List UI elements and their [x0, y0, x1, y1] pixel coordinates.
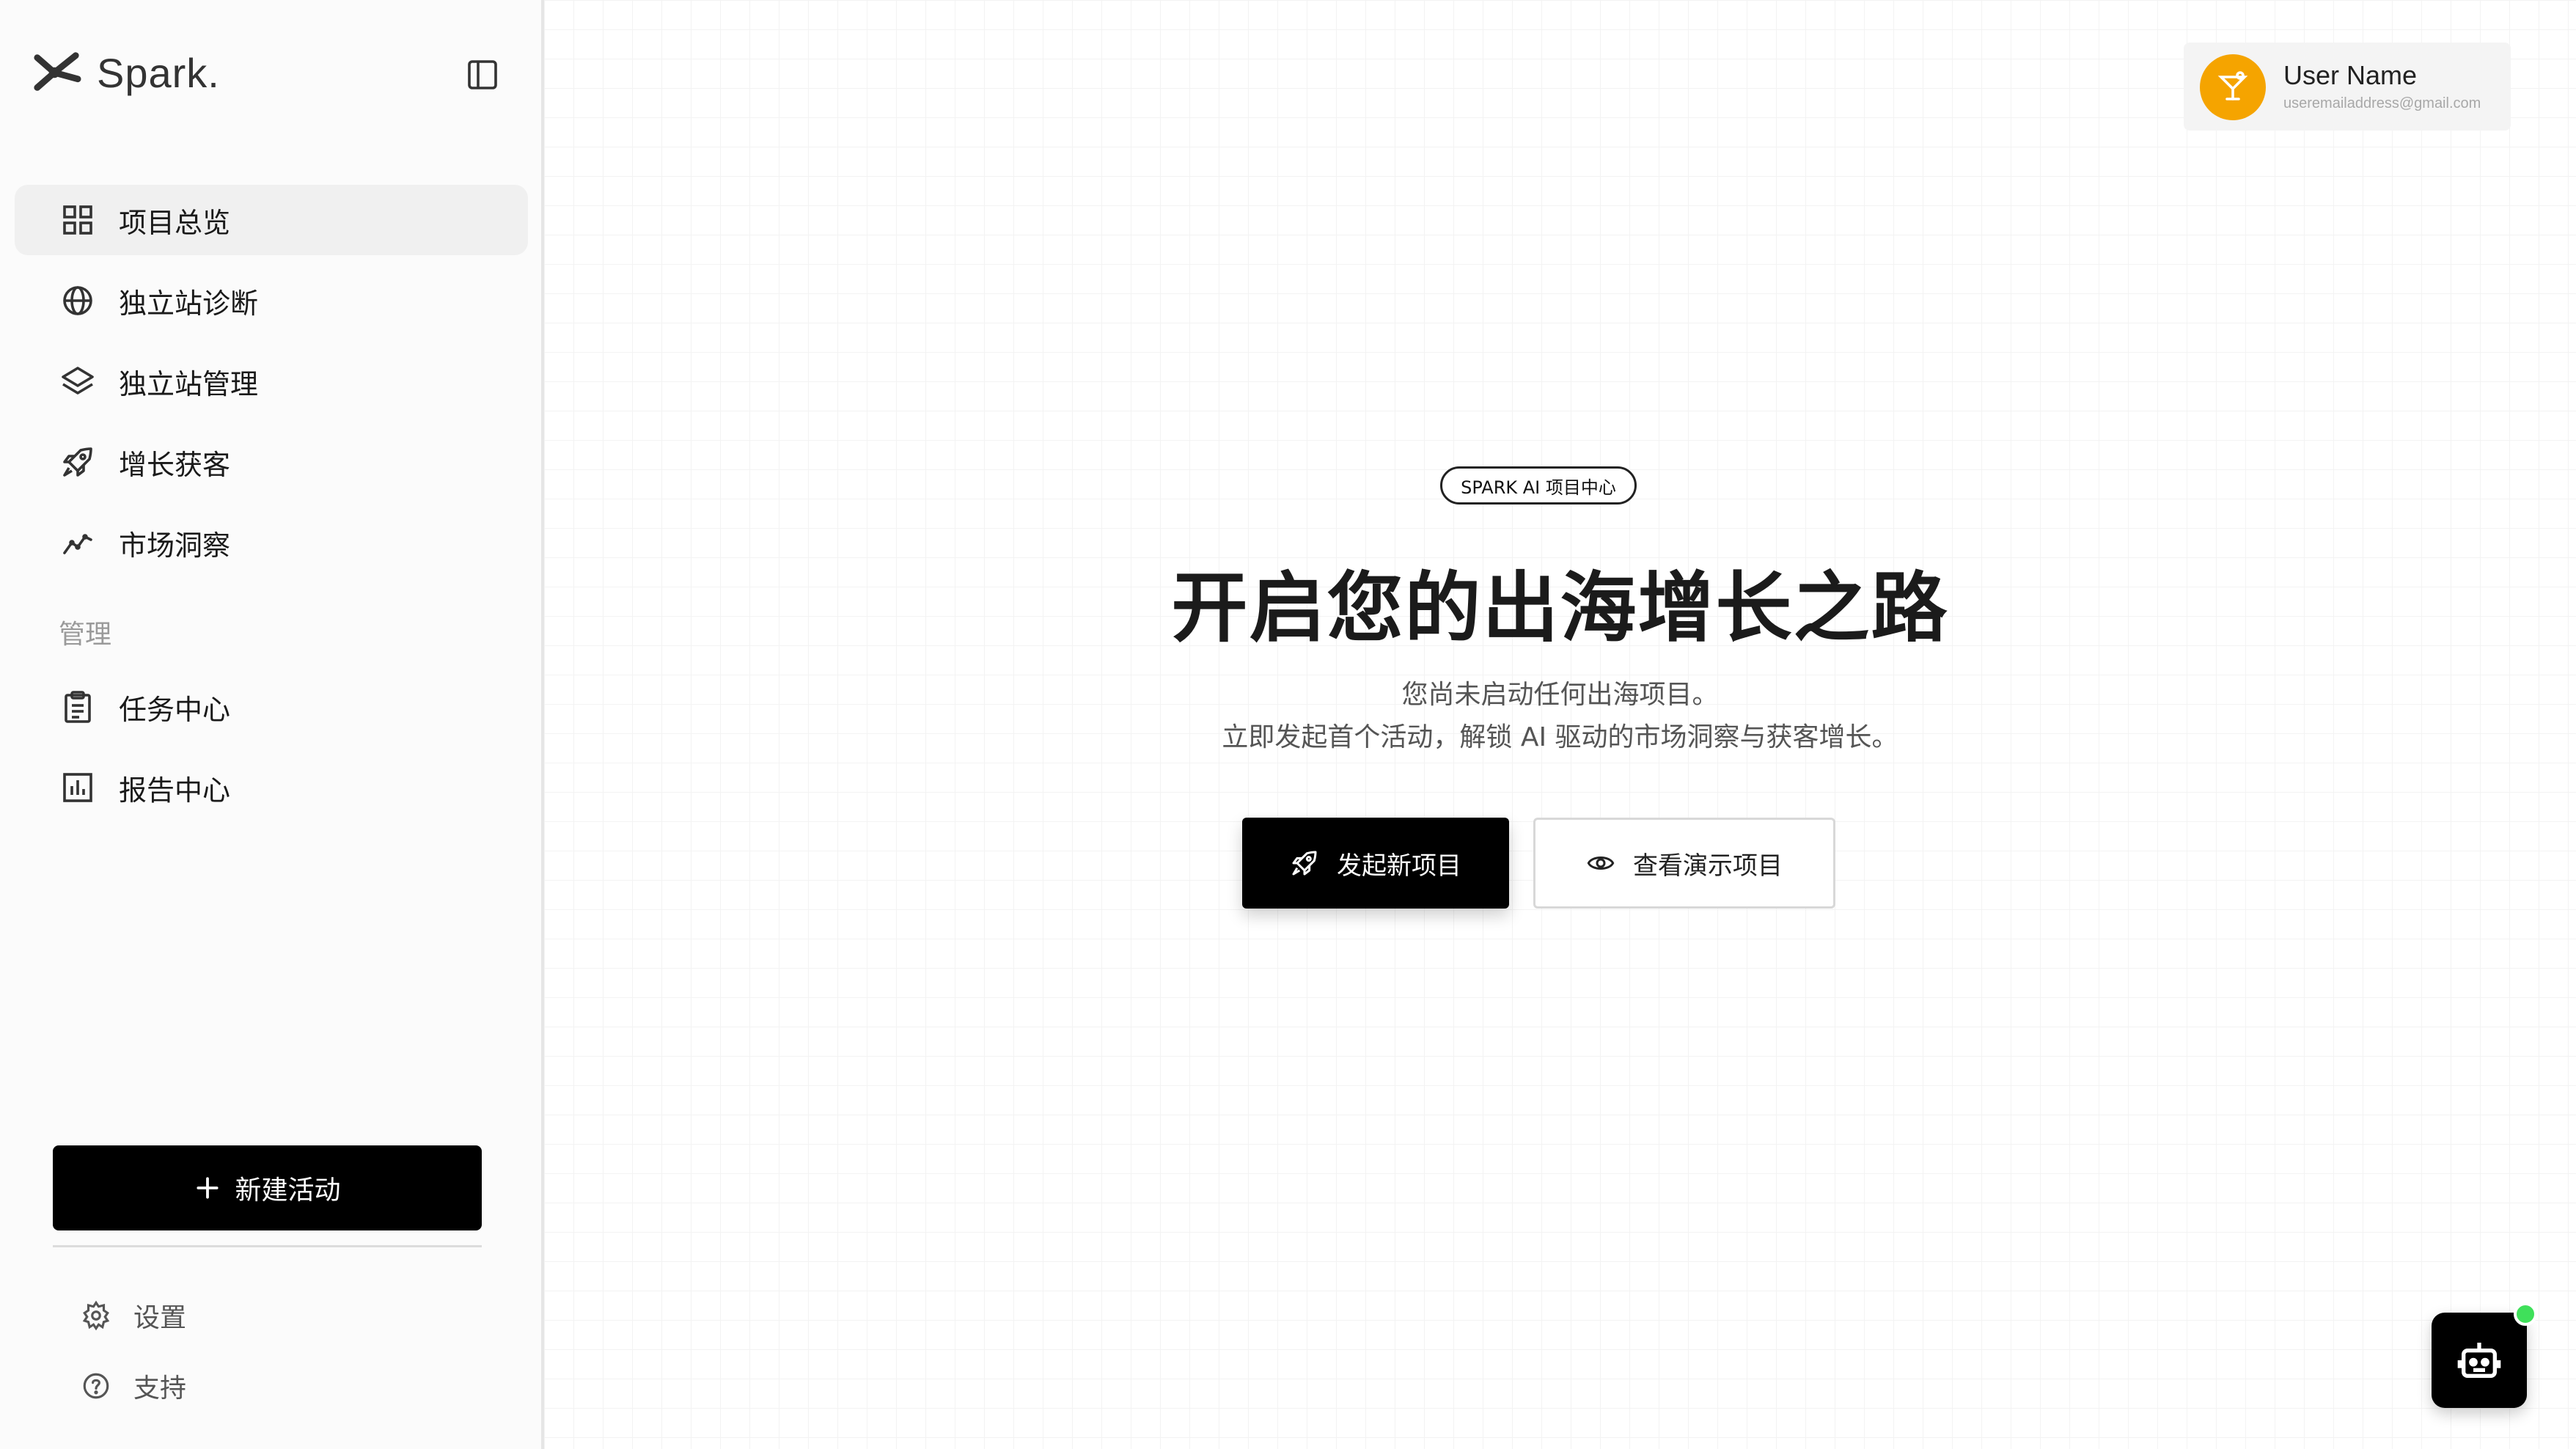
support-label: 支持 — [133, 1373, 187, 1404]
clipboard-icon — [65, 691, 91, 723]
divider — [53, 1245, 482, 1247]
sidebar-item-project-overview[interactable]: 项目总览 — [15, 185, 528, 255]
new-campaign-label: 新建活动 — [235, 1175, 341, 1206]
user-name: User Name — [2283, 60, 2418, 90]
sidebar-item-site-management[interactable]: 独立站管理 — [15, 346, 528, 417]
sidebar: Spark. 项目总览 独立站诊断 独立站管理 增长获客 市场洞察 管理 任务中… — [0, 0, 544, 1449]
hero-badge: SPARK AI 项目中心 — [1440, 466, 1637, 505]
hero-subtitle-line1: 您尚未启动任何出海项目。 — [1401, 680, 1719, 710]
help-icon — [83, 1373, 109, 1399]
view-demo-project-button[interactable]: 查看演示项目 — [1533, 818, 1835, 909]
hero-subtitle-line2: 立即发起首个活动，解锁 AI 驱动的市场洞察与获客增长。 — [1222, 722, 1898, 752]
rocket-icon — [63, 447, 92, 477]
main-content: User Name useremailaddress@gmail.com SPA… — [544, 0, 2576, 1449]
hero-title: 开启您的出海增长之路 — [1171, 563, 1949, 653]
section-label-manage: 管理 — [59, 620, 112, 650]
spark-logo-icon — [34, 52, 81, 91]
grid-icon — [63, 205, 92, 235]
view-demo-project-label: 查看演示项目 — [1633, 851, 1783, 881]
trend-icon — [63, 534, 92, 554]
sidebar-item-report-center[interactable]: 报告中心 — [15, 752, 528, 823]
globe-icon — [63, 286, 92, 315]
sidebar-item-label: 报告中心 — [119, 774, 231, 807]
ai-assistant-button[interactable] — [2432, 1313, 2527, 1408]
start-new-project-button[interactable]: 发起新项目 — [1242, 818, 1509, 909]
start-new-project-label: 发起新项目 — [1337, 851, 1461, 881]
plus-icon — [197, 1177, 219, 1199]
sidebar-item-task-center[interactable]: 任务中心 — [15, 672, 528, 742]
user-profile-card[interactable]: User Name useremailaddress@gmail.com — [2184, 43, 2511, 131]
avatar — [2200, 54, 2266, 120]
sidebar-item-site-diagnosis[interactable]: 独立站诊断 — [15, 265, 528, 336]
sidebar-item-label: 市场洞察 — [119, 529, 231, 562]
sidebar-item-label: 项目总览 — [119, 206, 231, 239]
sidebar-item-label: 独立站诊断 — [119, 287, 259, 320]
online-status-dot — [2514, 1302, 2537, 1326]
sidebar-toggle-icon[interactable] — [465, 57, 500, 92]
new-campaign-button[interactable]: 新建活动 — [53, 1145, 482, 1230]
sidebar-item-label: 增长获客 — [119, 448, 231, 481]
user-email: useremailaddress@gmail.com — [2283, 95, 2481, 111]
settings-link[interactable]: 设置 — [81, 1296, 186, 1335]
sidebar-item-label: 独立站管理 — [119, 367, 259, 400]
brand-name: Spark. — [97, 49, 220, 96]
cocktail-icon — [2217, 71, 2248, 100]
settings-label: 设置 — [133, 1303, 187, 1333]
support-link[interactable]: 支持 — [81, 1367, 186, 1405]
sidebar-item-label: 任务中心 — [119, 693, 231, 726]
bar-chart-icon — [63, 773, 92, 802]
layers-icon — [62, 367, 94, 395]
brand[interactable]: Spark. — [31, 47, 220, 98]
sidebar-item-market-insight[interactable]: 市场洞察 — [15, 507, 528, 578]
sidebar-item-growth[interactable]: 增长获客 — [15, 427, 528, 497]
rocket-icon — [1292, 851, 1317, 876]
gear-icon — [82, 1300, 110, 1331]
eye-icon — [1587, 856, 1615, 870]
robot-icon — [2457, 1343, 2501, 1378]
